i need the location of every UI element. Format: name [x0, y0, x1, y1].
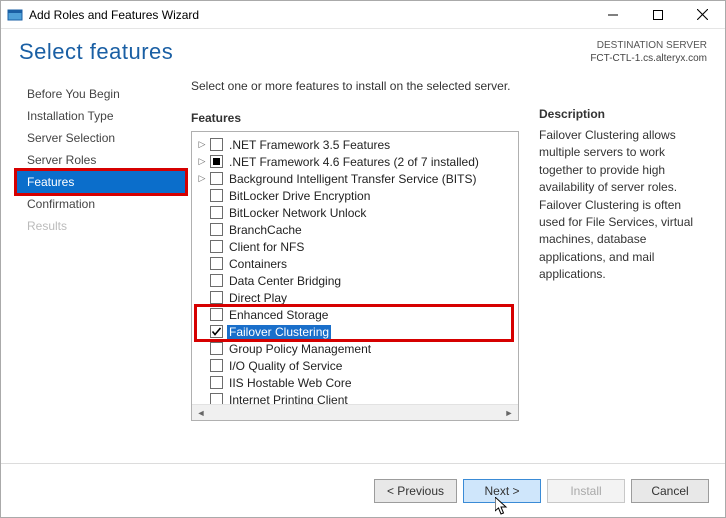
- page-title: Select features: [19, 39, 590, 65]
- feature-checkbox[interactable]: [210, 376, 223, 389]
- feature-checkbox[interactable]: [210, 308, 223, 321]
- expand-arrow-icon[interactable]: ▷: [196, 173, 208, 184]
- feature-checkbox[interactable]: [210, 257, 223, 270]
- description-heading: Description: [539, 107, 709, 121]
- horizontal-scrollbar[interactable]: ◄ ►: [192, 404, 518, 420]
- feature-checkbox[interactable]: [210, 155, 223, 168]
- feature-label: BitLocker Network Unlock: [227, 206, 368, 220]
- maximize-button[interactable]: [635, 1, 680, 28]
- titlebar: Add Roles and Features Wizard: [1, 1, 725, 29]
- feature-row[interactable]: Internet Printing Client: [196, 391, 516, 404]
- feature-checkbox[interactable]: [210, 223, 223, 236]
- feature-label: BranchCache: [227, 223, 304, 237]
- feature-checkbox[interactable]: [210, 274, 223, 287]
- footer: < Previous Next > Install Cancel: [1, 463, 725, 517]
- feature-label: Containers: [227, 257, 289, 271]
- feature-checkbox[interactable]: [210, 291, 223, 304]
- nav-item-before-you-begin[interactable]: Before You Begin: [17, 83, 185, 105]
- feature-row[interactable]: IIS Hostable Web Core: [196, 374, 516, 391]
- feature-row[interactable]: Containers: [196, 255, 516, 272]
- nav-item-results: Results: [17, 215, 185, 237]
- page-header: Select features DESTINATION SERVER FCT-C…: [1, 29, 725, 73]
- feature-checkbox[interactable]: [210, 240, 223, 253]
- left-nav: Before You BeginInstallation TypeServer …: [17, 79, 185, 463]
- feature-checkbox[interactable]: [210, 342, 223, 355]
- wizard-icon: [7, 7, 23, 23]
- description-text: Failover Clustering allows multiple serv…: [539, 127, 709, 284]
- center-pane: Select one or more features to install o…: [185, 79, 523, 463]
- description-pane: Description Failover Clustering allows m…: [523, 79, 709, 463]
- feature-label: Background Intelligent Transfer Service …: [227, 172, 478, 186]
- feature-checkbox[interactable]: [210, 325, 223, 338]
- feature-row[interactable]: Enhanced Storage: [196, 306, 516, 323]
- feature-row[interactable]: BranchCache: [196, 221, 516, 238]
- next-button[interactable]: Next >: [463, 479, 541, 503]
- feature-row[interactable]: I/O Quality of Service: [196, 357, 516, 374]
- wizard-body: Before You BeginInstallation TypeServer …: [1, 73, 725, 463]
- feature-label: .NET Framework 3.5 Features: [227, 138, 392, 152]
- feature-checkbox[interactable]: [210, 189, 223, 202]
- feature-checkbox[interactable]: [210, 393, 223, 404]
- feature-row[interactable]: BitLocker Network Unlock: [196, 204, 516, 221]
- titlebar-title: Add Roles and Features Wizard: [29, 8, 590, 22]
- feature-row[interactable]: ▷ .NET Framework 3.5 Features: [196, 136, 516, 153]
- nav-item-confirmation[interactable]: Confirmation: [17, 193, 185, 215]
- install-button: Install: [547, 479, 625, 503]
- feature-label: Client for NFS: [227, 240, 306, 254]
- feature-row[interactable]: BitLocker Drive Encryption: [196, 187, 516, 204]
- features-list[interactable]: ▷ .NET Framework 3.5 Features ▷ .NET Framew…: [192, 132, 518, 404]
- nav-item-server-selection[interactable]: Server Selection: [17, 127, 185, 149]
- features-box: ▷ .NET Framework 3.5 Features ▷ .NET Framew…: [191, 131, 519, 421]
- feature-row[interactable]: Client for NFS: [196, 238, 516, 255]
- feature-row[interactable]: ▷ Background Intelligent Transfer Service…: [196, 170, 516, 187]
- feature-row[interactable]: Data Center Bridging: [196, 272, 516, 289]
- scroll-right-icon[interactable]: ►: [502, 407, 516, 419]
- scroll-left-icon[interactable]: ◄: [194, 407, 208, 419]
- minimize-button[interactable]: [590, 1, 635, 28]
- feature-row[interactable]: Group Policy Management: [196, 340, 516, 357]
- instruction-text: Select one or more features to install o…: [191, 79, 519, 93]
- feature-label: IIS Hostable Web Core: [227, 376, 354, 390]
- previous-button[interactable]: < Previous: [374, 479, 457, 503]
- feature-label: .NET Framework 4.6 Features (2 of 7 inst…: [227, 155, 481, 169]
- feature-label: Enhanced Storage: [227, 308, 330, 322]
- destination-label: DESTINATION SERVER: [590, 39, 707, 52]
- feature-label: I/O Quality of Service: [227, 359, 344, 373]
- features-heading: Features: [191, 111, 519, 125]
- feature-label: Data Center Bridging: [227, 274, 343, 288]
- feature-label: Failover Clustering: [227, 325, 331, 339]
- expand-arrow-icon[interactable]: ▷: [196, 139, 208, 150]
- feature-row[interactable]: Direct Play: [196, 289, 516, 306]
- close-button[interactable]: [680, 1, 725, 28]
- nav-item-features[interactable]: Features: [14, 168, 188, 196]
- feature-checkbox[interactable]: [210, 138, 223, 151]
- feature-label: Internet Printing Client: [227, 393, 350, 405]
- wizard-window: Add Roles and Features Wizard Select fea…: [0, 0, 726, 518]
- feature-label: Direct Play: [227, 291, 289, 305]
- window-buttons: [590, 1, 725, 28]
- feature-checkbox[interactable]: [210, 172, 223, 185]
- feature-label: Group Policy Management: [227, 342, 373, 356]
- cancel-button[interactable]: Cancel: [631, 479, 709, 503]
- nav-item-installation-type[interactable]: Installation Type: [17, 105, 185, 127]
- feature-checkbox[interactable]: [210, 206, 223, 219]
- feature-row[interactable]: Failover Clustering: [196, 323, 516, 340]
- feature-row[interactable]: ▷ .NET Framework 4.6 Features (2 of 7 ins…: [196, 153, 516, 170]
- feature-checkbox[interactable]: [210, 359, 223, 372]
- expand-arrow-icon[interactable]: ▷: [196, 156, 208, 167]
- destination-block: DESTINATION SERVER FCT-CTL-1.cs.alteryx.…: [590, 39, 707, 65]
- destination-server: FCT-CTL-1.cs.alteryx.com: [590, 52, 707, 65]
- feature-label: BitLocker Drive Encryption: [227, 189, 372, 203]
